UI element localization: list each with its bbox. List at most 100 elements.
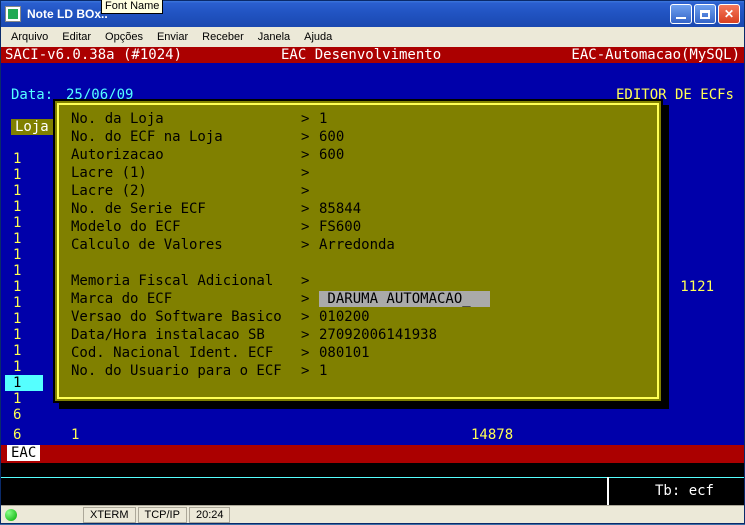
bg-row: 1 bbox=[13, 247, 21, 263]
hdr-right: EAC-Automacao(MySQL) bbox=[571, 47, 740, 63]
form-row: Autorizacao> 600 bbox=[71, 147, 344, 163]
form-separator: > bbox=[301, 111, 319, 127]
menu-ajuda[interactable]: Ajuda bbox=[298, 29, 338, 45]
form-row: Memoria Fiscal Adicional> bbox=[71, 273, 319, 289]
menu-editar[interactable]: Editar bbox=[56, 29, 97, 45]
status-xterm: XTERM bbox=[83, 507, 136, 523]
form-label: Versao do Software Basico bbox=[71, 309, 301, 325]
col-header-loja: Loja bbox=[11, 119, 53, 135]
form-separator: > bbox=[301, 363, 319, 379]
form-label: Cod. Nacional Ident. ECF bbox=[71, 345, 301, 361]
window-buttons: ✕ bbox=[670, 4, 740, 24]
status-time: 20:24 bbox=[189, 507, 231, 523]
form-label: No. de Serie ECF bbox=[71, 201, 301, 217]
form-separator: > bbox=[301, 147, 319, 163]
minimize-button[interactable] bbox=[670, 4, 692, 24]
bottom-col3: 14878 bbox=[471, 427, 513, 443]
bg-row: 6 bbox=[13, 407, 21, 423]
form-value: Arredonda bbox=[319, 237, 395, 253]
form-separator: > bbox=[301, 273, 319, 289]
eac-tag: EAC bbox=[7, 445, 40, 461]
form-label: Autorizacao bbox=[71, 147, 301, 163]
bg-row: 1 bbox=[13, 151, 21, 167]
form-label: Memoria Fiscal Adicional bbox=[71, 273, 301, 289]
bg-row: 1 bbox=[13, 199, 21, 215]
form-separator: > bbox=[301, 309, 319, 325]
form-separator: > bbox=[301, 201, 319, 217]
form-row: Marca do ECF> DARUMA AUTOMACAO_ bbox=[71, 291, 490, 307]
form-label: No. da Loja bbox=[71, 111, 301, 127]
form-label: Modelo do ECF bbox=[71, 219, 301, 235]
form-label: Lacre (1) bbox=[71, 165, 301, 181]
menu-receber[interactable]: Receber bbox=[196, 29, 250, 45]
form-row: Data/Hora instalacao SB> 27092006141938 bbox=[71, 327, 437, 343]
ecf-form-dialog: No. da Loja> 1No. do ECF na Loja> 600Aut… bbox=[53, 99, 663, 403]
form-separator: > bbox=[301, 219, 319, 235]
form-label: No. do ECF na Loja bbox=[71, 129, 301, 145]
bg-row: 1 bbox=[13, 279, 21, 295]
bg-row: 1 bbox=[13, 231, 21, 247]
form-separator: > bbox=[301, 327, 319, 343]
form-row: Versao do Software Basico> 010200 bbox=[71, 309, 370, 325]
form-value: 600 bbox=[319, 129, 344, 145]
form-row: No. da Loja> 1 bbox=[71, 111, 327, 127]
value-1121: 1121 bbox=[680, 279, 714, 295]
form-separator: > bbox=[301, 237, 319, 253]
form-row: No. do ECF na Loja> 600 bbox=[71, 129, 344, 145]
date-label: Data: bbox=[11, 87, 53, 103]
bg-row: 1 bbox=[13, 215, 21, 231]
bg-row: 1 bbox=[13, 311, 21, 327]
bg-row-highlight[interactable]: 1 bbox=[5, 375, 43, 391]
form-value: FS600 bbox=[319, 219, 361, 235]
menu-enviar[interactable]: Enviar bbox=[151, 29, 194, 45]
hdr-left: SACI-v6.0.38a (#1024) bbox=[5, 47, 182, 63]
bg-row: 1 bbox=[13, 327, 21, 343]
status-tcpip: TCP/IP bbox=[138, 507, 187, 523]
menubar: Arquivo Editar Opções Enviar Receber Jan… bbox=[1, 27, 744, 47]
form-row: Lacre (2)> bbox=[71, 183, 319, 199]
menu-janela[interactable]: Janela bbox=[252, 29, 296, 45]
form-separator: > bbox=[301, 183, 319, 199]
status-bar: XTERM TCP/IP 20:24 bbox=[1, 505, 744, 523]
form-row: No. de Serie ECF> 85844 bbox=[71, 201, 361, 217]
bg-row: 1 bbox=[13, 343, 21, 359]
bg-row: 1 bbox=[13, 391, 21, 407]
form-label: Calculo de Valores bbox=[71, 237, 301, 253]
form-separator: > bbox=[301, 129, 319, 145]
bg-row: 1 bbox=[13, 167, 21, 183]
form-value: 010200 bbox=[319, 309, 370, 325]
terminal-header: SACI-v6.0.38a (#1024) EAC Desenvolviment… bbox=[1, 47, 744, 63]
bg-row: 1 bbox=[13, 263, 21, 279]
bg-row: 1 bbox=[13, 183, 21, 199]
form-value: 600 bbox=[319, 147, 344, 163]
bg-row: 1 bbox=[13, 359, 21, 375]
menu-opcoes[interactable]: Opções bbox=[99, 29, 149, 45]
font-name-tooltip: Font Name bbox=[101, 0, 163, 14]
form-separator: > bbox=[301, 291, 319, 307]
bg-row: 1 bbox=[13, 295, 21, 311]
terminal: SACI-v6.0.38a (#1024) EAC Desenvolviment… bbox=[1, 47, 744, 507]
menu-arquivo[interactable]: Arquivo bbox=[5, 29, 54, 45]
app-icon bbox=[5, 6, 21, 22]
form-value: 85844 bbox=[319, 201, 361, 217]
form-label: Data/Hora instalacao SB bbox=[71, 327, 301, 343]
maximize-button[interactable] bbox=[694, 4, 716, 24]
form-label: Marca do ECF bbox=[71, 291, 301, 307]
form-label: No. do Usuario para o ECF bbox=[71, 363, 301, 379]
form-separator: > bbox=[301, 165, 319, 181]
form-row: No. do Usuario para o ECF> 1 bbox=[71, 363, 327, 379]
form-row: Lacre (1)> bbox=[71, 165, 319, 181]
bottom-6: 6 bbox=[13, 427, 21, 443]
hdr-center: EAC Desenvolvimento bbox=[281, 47, 441, 63]
form-value[interactable]: DARUMA AUTOMACAO_ bbox=[319, 291, 490, 307]
form-value: 080101 bbox=[319, 345, 370, 361]
status-led-icon bbox=[5, 509, 17, 521]
form-row: Modelo do ECF> FS600 bbox=[71, 219, 361, 235]
titlebar[interactable]: Note LD BOx.. Font Name ✕ bbox=[1, 1, 744, 27]
tb-label: Tb: ecf bbox=[655, 483, 714, 499]
form-row: Calculo de Valores> Arredonda bbox=[71, 237, 395, 253]
form-value: 27092006141938 bbox=[319, 327, 437, 343]
close-button[interactable]: ✕ bbox=[718, 4, 740, 24]
form-label: Lacre (2) bbox=[71, 183, 301, 199]
form-separator: > bbox=[301, 345, 319, 361]
